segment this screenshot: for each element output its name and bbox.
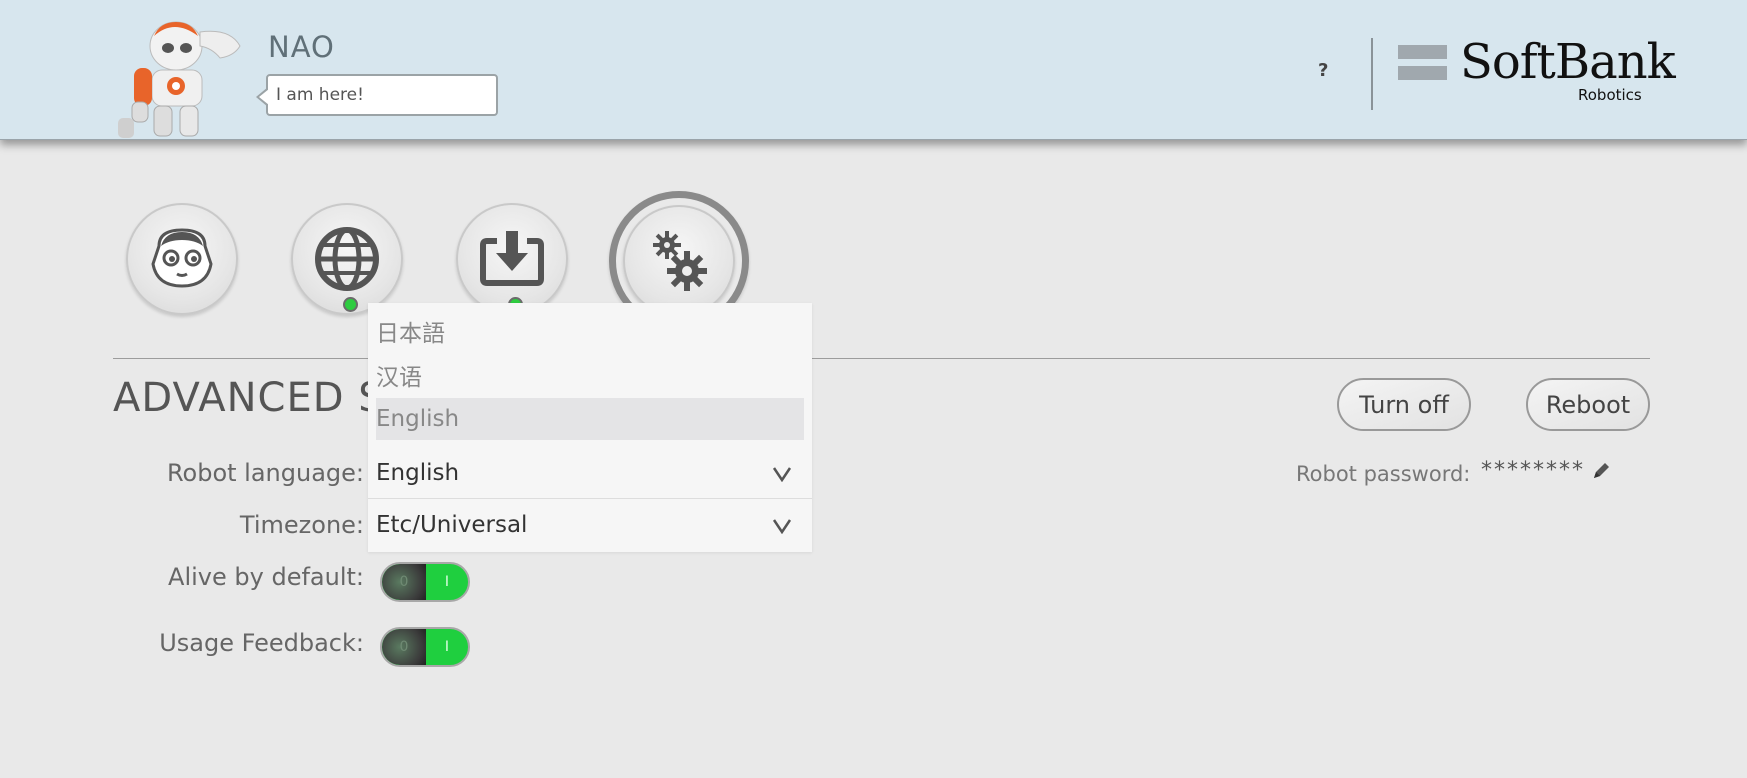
language-dropdown[interactable]: 日本語 汉语 English English Etc/Universal — [368, 303, 812, 552]
robot-name: NAO — [268, 30, 335, 64]
timezone-label: Timezone: — [239, 511, 364, 539]
nav-robot-button[interactable] — [126, 203, 238, 315]
softbank-logo-bar — [1398, 45, 1447, 59]
gears-icon — [653, 231, 707, 291]
robot-password-label: Robot password: — [1296, 462, 1471, 486]
top-header: NAO I am here! ? SoftBank Robotics — [0, 0, 1747, 140]
language-option-chinese[interactable]: 汉语 — [376, 357, 804, 399]
reboot-button[interactable]: Reboot — [1526, 378, 1650, 431]
language-option-english[interactable]: English — [376, 398, 804, 440]
nav-settings-button[interactable] — [623, 205, 735, 317]
speech-text: I am here! — [276, 85, 364, 105]
robot-language-value: English — [376, 460, 460, 486]
timezone-value: Etc/Universal — [376, 512, 528, 538]
language-option-japanese[interactable]: 日本語 — [376, 313, 804, 355]
section-title: ADVANCED SE — [113, 375, 411, 421]
toggle-off-side: 0 — [382, 629, 426, 665]
usage-feedback-toggle[interactable]: 0 I — [380, 627, 470, 667]
nao-robot-image — [114, 18, 250, 139]
robot-language-label: Robot language: — [166, 459, 364, 487]
usage-feedback-label: Usage Feedback: — [159, 629, 364, 657]
help-button[interactable]: ? — [1318, 60, 1328, 81]
brand-logo-subtitle: Robotics — [1578, 86, 1642, 104]
speech-bubble: I am here! — [256, 74, 498, 116]
toggle-on-side: I — [444, 639, 450, 655]
header-divider — [1371, 38, 1373, 110]
nav-network-button[interactable] — [291, 203, 403, 315]
alive-by-default-label: Alive by default: — [168, 563, 364, 591]
globe-icon — [315, 227, 379, 291]
brand-logo-text: SoftBank — [1460, 34, 1676, 90]
chevron-down-icon — [772, 448, 792, 499]
download-icon — [480, 231, 544, 286]
robot-password-value: ******** — [1481, 458, 1585, 483]
edit-pencil-icon[interactable] — [1592, 462, 1610, 484]
section-divider — [113, 358, 1650, 359]
toggle-on-side: I — [444, 574, 450, 590]
chevron-down-icon — [772, 500, 792, 551]
alive-by-default-toggle[interactable]: 0 I — [380, 562, 470, 602]
robot-language-select[interactable]: English — [368, 448, 812, 499]
softbank-logo-bar — [1398, 66, 1447, 80]
nav-update-button[interactable] — [456, 203, 568, 315]
timezone-select[interactable]: Etc/Universal — [368, 500, 812, 551]
toggle-off-side: 0 — [382, 564, 426, 600]
network-status-dot — [343, 297, 358, 312]
robot-face-icon — [151, 228, 213, 288]
turn-off-button[interactable]: Turn off — [1337, 378, 1471, 431]
